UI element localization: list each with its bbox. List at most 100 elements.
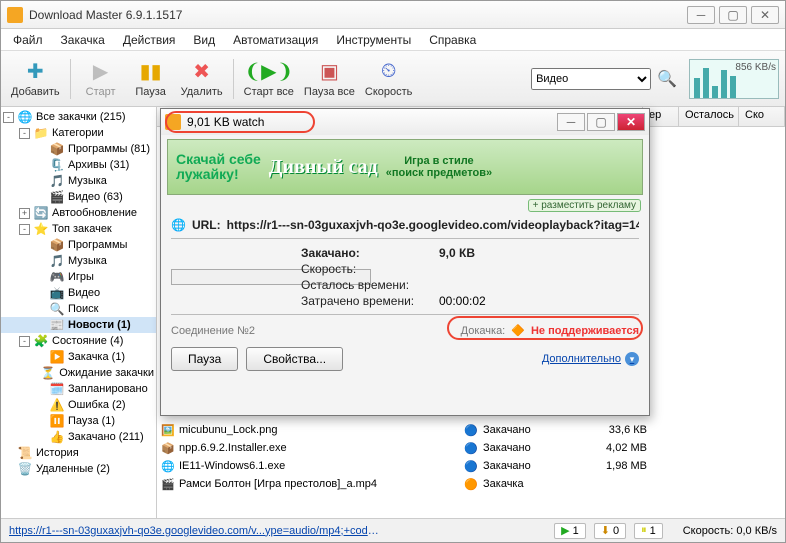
search-category-select[interactable]: Видео	[531, 68, 651, 90]
dialog-properties-button[interactable]: Свойства...	[246, 347, 343, 371]
start-all-button[interactable]: ❨▶❩ Старт все	[240, 55, 298, 103]
pause-all-button[interactable]: ▣ Пауза все	[300, 55, 359, 103]
dialog-minimize-button[interactable]: ─	[557, 113, 585, 131]
status-speed: Скорость: 0,0 КВ/s	[683, 525, 777, 537]
tree-label: Архивы (31)	[68, 159, 129, 171]
tree-label: Видео (63)	[68, 191, 123, 203]
tree-icon: 📰	[50, 318, 64, 332]
connection-info: Соединение №2	[171, 325, 255, 337]
table-row[interactable]: 🌐IE11-Windows6.1.exe🔵Закачано1,98 МВ	[157, 457, 785, 475]
globe-icon: 🌐	[171, 218, 186, 232]
tree-item[interactable]: 🗜️Архивы (31)	[1, 157, 156, 173]
menu-tools[interactable]: Инструменты	[328, 31, 419, 49]
tree-icon: 🔄	[34, 206, 48, 220]
search-icon[interactable]: 🔍	[657, 69, 677, 89]
table-row[interactable]: 📦npp.6.9.2.Installer.exe🔵Закачано4,02 МВ	[157, 439, 785, 457]
tree-item[interactable]: -📁 Категории	[1, 125, 156, 141]
play-all-icon: ❨▶❩	[257, 60, 281, 84]
tree-item[interactable]: ⏳Ожидание закачки	[1, 365, 156, 381]
menu-file[interactable]: Файл	[5, 31, 51, 49]
more-link[interactable]: Дополнительно ▾	[542, 352, 639, 366]
tree-item[interactable]: 🗑️Удаленные (2)	[1, 461, 156, 477]
tree-label: Топ закачек	[52, 223, 112, 235]
tree-item[interactable]: ⚠️Ошибка (2)	[1, 397, 156, 413]
url-label: URL:	[192, 218, 221, 232]
file-icon: 🖼️	[161, 424, 175, 437]
menu-view[interactable]: Вид	[185, 31, 223, 49]
tree-item[interactable]: 🗓️ Запланировано	[1, 381, 156, 397]
tree-label: Удаленные (2)	[36, 463, 110, 475]
table-row[interactable]: 🎬Рамси Болтон [Игра престолов]_a.mp4🟠Зак…	[157, 475, 785, 493]
tree-item[interactable]: -🌐 Все закачки (215)	[1, 109, 156, 125]
tree-label: Запланировано	[68, 383, 148, 395]
tree-icon: 🗓️	[50, 382, 64, 396]
tree-item[interactable]: 🔍Поиск	[1, 301, 156, 317]
file-icon: 🌐	[161, 460, 175, 473]
col-speed[interactable]: Ско	[739, 107, 785, 126]
tree-item[interactable]: ⏸️Пауза (1)	[1, 413, 156, 429]
tree-item[interactable]: 👍Закачано (211)	[1, 429, 156, 445]
dialog-title: 9,01 KB watch	[187, 115, 557, 129]
tree-item[interactable]: 🎵Музыка	[1, 253, 156, 269]
menu-download[interactable]: Закачка	[53, 31, 113, 49]
play-icon: ▶	[89, 60, 113, 84]
tree-icon: ⚠️	[50, 398, 64, 412]
tree-label: Все закачки (215)	[36, 111, 126, 123]
tree-expander-icon[interactable]: -	[19, 128, 30, 139]
tree-item[interactable]: 📦Программы	[1, 237, 156, 253]
menu-help[interactable]: Справка	[421, 31, 484, 49]
statusbar: https://r1---sn-03guxaxjvh-qo3e.googlevi…	[1, 518, 785, 542]
tree-label: Закачка (1)	[68, 351, 125, 363]
pause-button[interactable]: ▮▮ Пауза	[127, 55, 175, 103]
place-ad-button[interactable]: + разместить рекламу	[528, 199, 641, 212]
tree-expander-icon[interactable]: -	[3, 112, 14, 123]
downloaded-value: 9,0 КВ	[439, 246, 639, 260]
menu-actions[interactable]: Действия	[115, 31, 184, 49]
state-icon: 🔵	[463, 460, 479, 473]
dialog-maximize-button[interactable]: ▢	[587, 113, 615, 131]
tree-item[interactable]: 📺Видео	[1, 285, 156, 301]
tree-item[interactable]: -🧩Состояние (4)	[1, 333, 156, 349]
tree-item[interactable]: -⭐ Топ закачек	[1, 221, 156, 237]
col-left[interactable]: Осталось	[679, 107, 739, 126]
tree-item[interactable]: 🎬 Видео (63)	[1, 189, 156, 205]
tree-item[interactable]: ▶️Закачка (1)	[1, 349, 156, 365]
file-icon: 📦	[161, 442, 175, 455]
start-button[interactable]: ▶ Старт	[77, 55, 125, 103]
tree-label: Категории	[52, 127, 104, 139]
tree-item[interactable]: 🎮Игры	[1, 269, 156, 285]
delete-button[interactable]: ✖ Удалить	[177, 55, 227, 103]
pause-icon: ▮▮	[139, 60, 163, 84]
ad-banner[interactable]: Скачай себе лужайку! Дивный сад Игра в с…	[167, 139, 643, 195]
tree-item[interactable]: 📜История	[1, 445, 156, 461]
speed-graph: 856 KB/s	[689, 59, 779, 99]
file-name: IE11-Windows6.1.exe	[179, 460, 459, 472]
tree-icon: 🌐	[18, 110, 32, 124]
tree-expander-icon[interactable]: -	[19, 336, 30, 347]
chevron-down-icon: ▾	[625, 352, 639, 366]
tree-item[interactable]: 📦Программы (81)	[1, 141, 156, 157]
tree-icon: 📁	[34, 126, 48, 140]
download-url: https://r1---sn-03guxaxjvh-qo3e.googlevi…	[227, 218, 639, 232]
close-button[interactable]: ✕	[751, 6, 779, 24]
chip-icon: ▶	[561, 524, 569, 537]
menu-automation[interactable]: Автоматизация	[225, 31, 326, 49]
dialog-close-button[interactable]: ✕	[617, 113, 645, 131]
tree-item[interactable]: 🎵Музыка	[1, 173, 156, 189]
tree-icon: ⏸️	[50, 414, 64, 428]
minimize-button[interactable]: ─	[687, 6, 715, 24]
timeleft-label: Осталось времени:	[301, 278, 439, 292]
table-row[interactable]: 🖼️micubunu_Lock.png🔵Закачано33,6 КВ	[157, 421, 785, 439]
tree-expander-icon[interactable]: -	[19, 224, 30, 235]
add-button[interactable]: ✚ Добавить	[7, 55, 64, 103]
dialog-pause-button[interactable]: Пауза	[171, 347, 238, 371]
tree-expander-icon[interactable]: +	[19, 208, 30, 219]
speed-button[interactable]: ⏲ Скорость	[361, 55, 417, 103]
tree-icon: ⭐	[34, 222, 48, 236]
tree-icon: 🎬	[50, 190, 64, 204]
maximize-button[interactable]: ▢	[719, 6, 747, 24]
chip-icon: ⏸	[641, 524, 647, 537]
tree-item[interactable]: +🔄Автообновление	[1, 205, 156, 221]
tree-item[interactable]: 📰Новости (1)	[1, 317, 156, 333]
status-url[interactable]: https://r1---sn-03guxaxjvh-qo3e.googlevi…	[9, 525, 379, 537]
